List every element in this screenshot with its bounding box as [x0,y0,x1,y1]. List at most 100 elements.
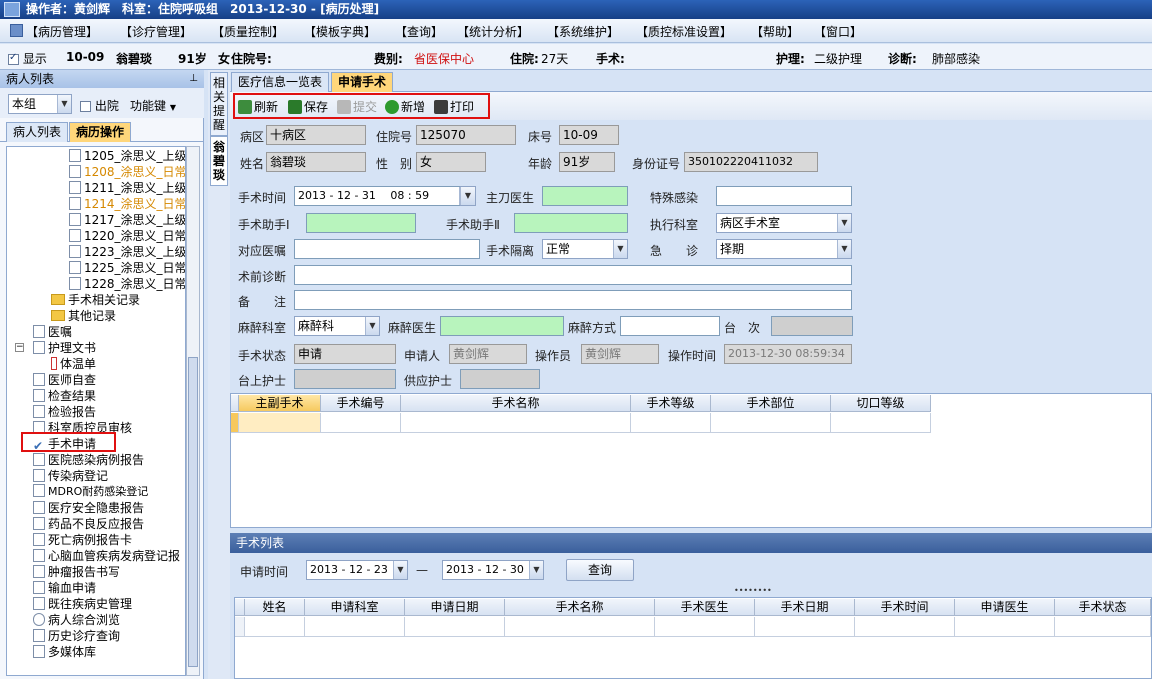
menu-statistics[interactable]: 【统计分析】 [457,23,529,40]
system-menu-icon[interactable] [10,24,23,37]
tree-item-nursing[interactable]: 护理文书 [33,340,96,356]
tree-folder-surgery[interactable]: 手术相关记录 [51,292,140,308]
collapse-icon[interactable]: − [15,343,24,352]
tree-item-multimedia[interactable]: 多媒体库 [33,644,96,660]
query-button[interactable]: 查询 [566,559,634,581]
assistant2-field[interactable] [514,213,628,233]
table-cell[interactable] [305,617,405,637]
tree-item-lab-report[interactable]: 检验报告 [33,404,96,420]
table-cell[interactable] [855,617,955,637]
table-cell[interactable] [755,617,855,637]
col-surgery-time[interactable]: 手术时间 [855,599,955,616]
tree-item-history-query[interactable]: 历史诊疗查询 [33,628,120,644]
tree-folder-other[interactable]: 其他记录 [51,308,116,324]
table-cell[interactable] [955,617,1055,637]
col-apply-date[interactable]: 申请日期 [405,599,505,616]
date-from-select[interactable]: 2013 - 12 - 23 ▼ [306,560,408,580]
tab-related-reminders[interactable]: 相关提醒 [210,72,228,136]
chevron-down-icon[interactable]: ▼ [365,317,379,335]
tree-item-mdro[interactable]: MDRO耐药感染登记 [33,484,148,500]
tree-item[interactable]: 1208_涂思义_日常 [69,164,185,180]
function-key-menu[interactable]: 功能键 ▼ [130,97,176,114]
table-cell[interactable] [655,617,755,637]
menu-system-maintenance[interactable]: 【系统维护】 [547,23,619,40]
menu-query[interactable]: 【查询】 [395,23,443,40]
col-incision-level[interactable]: 切口等级 [831,395,931,412]
col-surgery-status[interactable]: 手术状态 [1055,599,1151,616]
col-name[interactable]: 姓名 [245,599,305,616]
menu-qc-standards[interactable]: 【质控标准设置】 [636,23,732,40]
table-cell[interactable] [831,413,931,433]
tree-item-cardio-registry[interactable]: 心脑血管疾病发病登记报 [33,548,180,564]
tree-scrollbar[interactable] [186,146,200,676]
tree-item-adverse-drug[interactable]: 药品不良反应报告 [33,516,144,532]
tree-item-infectious-registry[interactable]: 传染病登记 [33,468,108,484]
emergency-select[interactable]: 择期 ▼ [716,239,852,259]
tree-item[interactable]: 1205_涂思义_上级 [69,148,185,164]
tree-item-history[interactable]: 既往疾病史管理 [33,596,132,612]
chevron-down-icon[interactable]: ▼ [837,214,851,232]
tab-medical-overview[interactable]: 医疗信息一览表 [231,72,330,92]
exec-dept-select[interactable]: 病区手术室 ▼ [716,213,852,233]
col-surgery-date[interactable]: 手术日期 [755,599,855,616]
special-infection-field[interactable] [716,186,852,206]
anes-doctor-field[interactable] [440,316,564,336]
table-cell[interactable] [1055,617,1151,637]
chevron-down-icon[interactable]: ▼ [529,561,543,579]
table-cell[interactable] [239,413,321,433]
splitter-handle[interactable]: •••••••• [734,586,772,595]
group-select[interactable]: 本组 ▼ [8,94,72,114]
tree-item-exam-results[interactable]: 检查结果 [33,388,96,404]
surgery-time-input[interactable]: 2013 - 12 - 31 08 : 59▲▼ [294,186,474,206]
table-cell[interactable] [631,413,711,433]
menu-treatment-management[interactable]: 【诊疗管理】 [120,23,192,40]
col-surgery-code[interactable]: 手术编号 [321,395,401,412]
row-selector[interactable] [231,413,239,433]
col-main-sub[interactable]: 主副手术 [239,395,321,412]
col-apply-doctor[interactable]: 申请医生 [955,599,1055,616]
col-surgery-name[interactable]: 手术名称 [401,395,631,412]
tree-item[interactable]: 1214_涂思义_日常 [69,196,185,212]
table-cell[interactable] [505,617,655,637]
tree-item[interactable]: 1228_涂思义_日常 [69,276,185,292]
table-cell[interactable] [401,413,631,433]
anes-method-field[interactable] [620,316,720,336]
tree-item[interactable]: 1217_涂思义_上级 [69,212,185,228]
tree-item-tumor-report[interactable]: 肿瘤报告书写 [33,564,120,580]
show-toggle[interactable]: 显示 [8,50,47,67]
table-cell[interactable] [245,617,305,637]
anes-dept-select[interactable]: 麻醉科 ▼ [294,316,380,336]
scroll-thumb[interactable] [188,357,198,667]
remark-field[interactable] [294,290,852,310]
menu-quality-control[interactable]: 【质量控制】 [212,23,284,40]
table-cell[interactable] [711,413,831,433]
menu-template-dictionary[interactable]: 【模板字典】 [304,23,376,40]
col-surgeon[interactable]: 手术医生 [655,599,755,616]
tree-item-self-check[interactable]: 医师自查 [33,372,96,388]
tree-item-infection-report[interactable]: 医院感染病例报告 [33,452,144,468]
surgery-time-dropdown[interactable]: ▼ [460,186,476,206]
discharge-checkbox[interactable] [80,101,91,112]
tab-patient-list[interactable]: 病人列表 [6,122,69,142]
tree-item-orders[interactable]: 医嘱 [33,324,72,340]
discharge-toggle[interactable]: 出院 [80,97,119,114]
col-apply-dept[interactable]: 申请科室 [305,599,405,616]
isolation-select[interactable]: 正常 ▼ [542,239,628,259]
date-to-select[interactable]: 2013 - 12 - 30 ▼ [442,560,544,580]
chevron-down-icon[interactable]: ▼ [393,561,407,579]
surgeon-field[interactable] [542,186,628,206]
row-selector[interactable] [235,617,245,637]
tab-apply-surgery[interactable]: 申请手术 [331,72,394,92]
tree-item-transfusion[interactable]: 输血申请 [33,580,96,596]
tab-record-operations[interactable]: 病历操作 [69,122,132,142]
pin-icon[interactable]: ⊥ [189,70,198,88]
tab-patient-vertical[interactable]: 翁碧琰 [210,136,228,186]
col-surgery-name[interactable]: 手术名称 [505,599,655,616]
tree-item[interactable]: 1220_涂思义_日常 [69,228,185,244]
order-field[interactable] [294,239,480,259]
chevron-down-icon[interactable]: ▼ [57,95,71,113]
prediagnosis-field[interactable] [294,265,852,285]
chevron-down-icon[interactable]: ▼ [460,187,475,205]
assistant1-field[interactable] [306,213,416,233]
tree-item[interactable]: 1211_涂思义_上级 [69,180,185,196]
